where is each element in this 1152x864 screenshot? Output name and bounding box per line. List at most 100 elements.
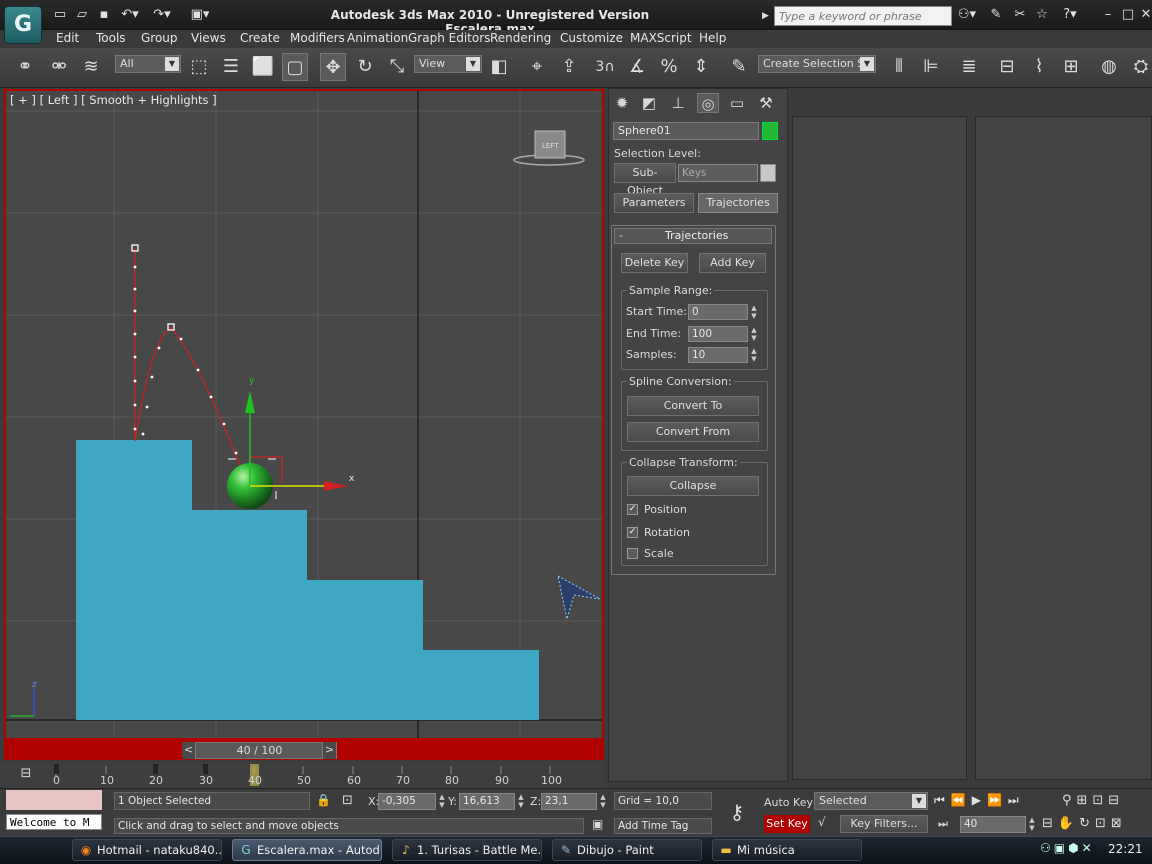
auto-key-button[interactable]: Auto Key — [764, 796, 813, 809]
key-marker-20[interactable] — [153, 764, 158, 774]
key-mode-toggle-icon[interactable]: ⏭ — [938, 817, 954, 833]
taskbar-item-media-player[interactable]: ♪ 1. Turisas - Battle Me... — [392, 839, 542, 861]
window-crossing-icon[interactable]: ▢ — [282, 53, 308, 81]
menu-edit[interactable]: Edit — [56, 31, 79, 45]
default-in-out-tangents-icon[interactable]: √ — [818, 815, 834, 831]
align-icon[interactable]: ⊫ — [918, 53, 944, 81]
reference-coordinate-dropdown[interactable]: View ▼ — [414, 55, 482, 73]
scale-checkbox[interactable] — [627, 548, 638, 559]
gizmo-y-arrow-icon[interactable] — [245, 391, 255, 413]
convert-from-button[interactable]: Convert From — [627, 422, 759, 442]
key-marker-30[interactable] — [203, 764, 208, 774]
selection-lock-icon[interactable]: 🔒 — [316, 793, 331, 809]
menu-maxscript[interactable]: MAXScript — [630, 31, 692, 45]
collapse-button[interactable]: Collapse — [627, 476, 759, 496]
current-frame-spinner-icon[interactable]: ▲ ▼ — [1027, 816, 1037, 832]
snaps-toggle-icon[interactable]: 3∩ — [592, 53, 618, 81]
parameters-tab-button[interactable]: Parameters — [614, 193, 694, 213]
maxscript-listener-mini[interactable] — [6, 790, 102, 810]
time-slider-handle[interactable]: 40 / 100 — [182, 742, 337, 759]
maximize-icon[interactable]: □ — [1120, 7, 1136, 23]
help-icon[interactable]: ?▾ — [1056, 7, 1084, 23]
curve-editor-icon[interactable]: ⌇ — [1026, 53, 1052, 81]
samples-input[interactable]: 10 — [688, 347, 748, 363]
rollout-collapse-toggle[interactable]: - — [619, 229, 623, 242]
minimize-icon[interactable]: – — [1100, 7, 1116, 23]
menu-create[interactable]: Create — [240, 31, 280, 45]
menu-help[interactable]: Help — [699, 31, 726, 45]
close-icon[interactable]: ✕ — [1138, 7, 1152, 23]
viewport-navigation-controls[interactable]: ⚲⊞⊡⊟ — [1062, 793, 1152, 809]
viewport-canvas[interactable]: y x LEFT z — [6, 91, 604, 740]
set-key-button[interactable]: Set Key — [764, 815, 810, 833]
select-and-link-icon[interactable]: ⚭ — [12, 53, 38, 81]
spinner-snap-icon[interactable]: ⇕ — [688, 53, 714, 81]
favorites-star-icon[interactable]: ☆ — [1034, 7, 1050, 23]
current-frame-input[interactable]: 40 — [960, 816, 1026, 833]
display-tab-icon[interactable]: ▭ — [726, 93, 748, 113]
position-checkbox[interactable]: ✓ — [627, 504, 638, 515]
x-coord-spinner-icon[interactable]: ▲ ▼ — [437, 793, 447, 809]
graphite-ribbon-icon[interactable]: ⊟ — [994, 53, 1020, 81]
select-and-move-icon[interactable]: ✥ — [320, 53, 346, 81]
select-and-manipulate-icon[interactable]: ⌖ — [524, 53, 550, 81]
time-slider-prev-button[interactable]: < — [182, 742, 196, 759]
stairs-object[interactable] — [76, 440, 539, 720]
selection-filter-dropdown[interactable]: All ▼ — [115, 55, 181, 73]
start-time-spinner-icon[interactable]: ▲ ▼ — [749, 304, 759, 320]
playback-controls[interactable]: ⏮⏪▶⏩⏭ — [934, 793, 1028, 809]
unlink-selection-icon[interactable]: ⚮ — [46, 53, 72, 81]
communication-center-icon[interactable]: ✎ — [988, 7, 1004, 23]
camera-object-icon[interactable] — [557, 575, 601, 620]
taskbar-item-folder[interactable]: ▬ Mi música — [712, 839, 862, 861]
x-coord-input[interactable]: -0,305 — [378, 793, 436, 810]
motion-tab-icon[interactable]: ◎ — [697, 93, 719, 113]
app-menu-logo-icon[interactable]: G — [4, 6, 42, 44]
project-folder-icon[interactable]: ▣▾ — [184, 7, 216, 23]
taskbar-item-paint[interactable]: ✎ Dibujo - Paint — [552, 839, 702, 861]
taskbar-item-hotmail[interactable]: ◉ Hotmail - nataku840... — [72, 839, 222, 861]
key-mode-dropdown[interactable]: Selected ▼ — [814, 792, 928, 810]
z-coord-input[interactable]: 23,1 — [541, 793, 597, 810]
menu-graph-editors[interactable]: Graph Editors — [408, 31, 490, 45]
binoculars-icon[interactable]: ⚇▾ — [956, 7, 978, 23]
delete-key-button[interactable]: Delete Key — [621, 253, 688, 273]
select-and-scale-icon[interactable]: ⤡ — [384, 53, 410, 81]
object-name-field[interactable]: Sphere01 — [613, 122, 759, 140]
utilities-tab-icon[interactable]: ⚒ — [755, 93, 777, 113]
undo-icon[interactable]: ↶▾ — [120, 7, 140, 23]
rotation-checkbox[interactable]: ✓ — [627, 527, 638, 538]
edit-named-selection-icon[interactable]: ✎ — [726, 53, 752, 81]
menu-rendering[interactable]: Rendering — [490, 31, 551, 45]
select-object-icon[interactable]: ⬚ — [186, 53, 212, 81]
key-marker-0[interactable] — [54, 764, 59, 774]
sub-object-level-field[interactable]: Keys — [678, 164, 758, 182]
modify-tab-icon[interactable]: ◩ — [638, 93, 660, 113]
end-time-input[interactable]: 100 — [688, 326, 748, 342]
viewport-left[interactable]: y x LEFT z — [4, 89, 604, 740]
start-time-input[interactable]: 0 — [688, 304, 748, 320]
search-expand-icon[interactable]: ▶ — [762, 7, 772, 25]
trajectories-tab-button[interactable]: Trajectories — [698, 193, 778, 213]
add-time-tag-field[interactable]: Add Time Tag — [614, 818, 712, 834]
menu-tools[interactable]: Tools — [96, 31, 126, 45]
gizmo-x-arrow-icon[interactable] — [324, 481, 348, 491]
hierarchy-tab-icon[interactable]: ⊥ — [667, 93, 689, 113]
search-input[interactable]: Type a keyword or phrase — [774, 6, 952, 26]
viewport-label[interactable]: [ + ] [ Left ] [ Smooth + Highlights ] — [10, 93, 217, 107]
bind-to-space-warp-icon[interactable]: ≋ — [78, 53, 104, 81]
maxscript-welcome-field[interactable]: Welcome to M — [6, 814, 102, 830]
new-file-icon[interactable]: ▭ — [52, 7, 68, 23]
z-coord-spinner-icon[interactable]: ▲ ▼ — [598, 793, 608, 809]
mirror-icon[interactable]: ⫴ — [886, 53, 912, 81]
material-editor-icon[interactable]: ◍ — [1096, 53, 1122, 81]
layer-manager-icon[interactable]: ≣ — [956, 53, 982, 81]
time-slider-next-button[interactable]: > — [322, 742, 336, 759]
named-selection-dropdown[interactable]: Create Selection Se ▼ — [758, 55, 876, 73]
menu-views[interactable]: Views — [191, 31, 226, 45]
angle-snap-icon[interactable]: ∡ — [624, 53, 650, 81]
samples-spinner-icon[interactable]: ▲ ▼ — [749, 347, 759, 363]
end-time-spinner-icon[interactable]: ▲ ▼ — [749, 326, 759, 342]
isolate-selection-icon[interactable]: ▣ — [592, 817, 608, 833]
menu-animation[interactable]: Animation — [347, 31, 408, 45]
